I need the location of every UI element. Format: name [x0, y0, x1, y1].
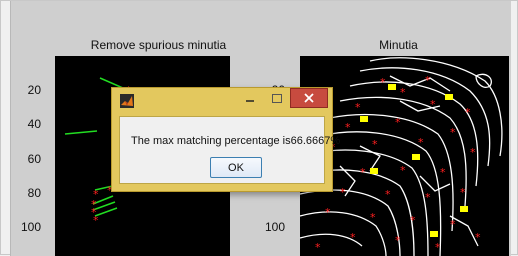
svg-text:*: * — [470, 146, 476, 159]
dialog-titlebar[interactable] — [112, 88, 332, 114]
svg-text:*: * — [340, 186, 346, 199]
left-tick-100: 100 — [20, 220, 41, 234]
svg-text:*: * — [440, 166, 446, 179]
svg-text:*: * — [395, 234, 401, 247]
yellow-minutia — [445, 94, 453, 100]
matlab-icon — [120, 94, 134, 108]
svg-text:*: * — [372, 138, 378, 151]
svg-text:*: * — [430, 98, 436, 111]
yellow-minutia — [370, 168, 378, 174]
svg-text:*: * — [435, 241, 441, 254]
ok-button[interactable]: OK — [210, 157, 262, 178]
close-icon — [304, 93, 314, 103]
svg-text:*: * — [350, 231, 356, 244]
left-axes-title: Remove spurious minutia — [90, 38, 227, 52]
green-arrow — [64, 130, 98, 135]
yellow-minutia — [412, 154, 420, 160]
svg-text:*: * — [425, 74, 431, 87]
svg-text:*: * — [395, 116, 401, 129]
svg-text:*: * — [475, 231, 481, 244]
svg-text:*: * — [400, 164, 406, 177]
svg-text:*: * — [355, 101, 361, 114]
svg-text:*: * — [325, 206, 331, 219]
svg-text:*: * — [385, 188, 391, 201]
svg-text:*: * — [315, 241, 321, 254]
right-axes-title: Minutia — [379, 38, 418, 52]
svg-text:*: * — [410, 214, 416, 227]
dialog-body: The max matching percentage is66.6667% O… — [119, 116, 340, 184]
close-button[interactable] — [290, 88, 328, 108]
svg-text:*: * — [418, 136, 424, 149]
message-dialog: The max matching percentage is66.6667% O… — [111, 87, 340, 192]
right-tick-100: 100 — [264, 220, 285, 234]
svg-text:*: * — [360, 166, 366, 179]
svg-text:*: * — [380, 76, 386, 89]
svg-text:*: * — [465, 106, 471, 119]
svg-text:*: * — [400, 86, 406, 99]
svg-text:*: * — [345, 121, 351, 134]
left-tick-60: 60 — [27, 152, 41, 166]
minimize-button[interactable] — [237, 88, 263, 108]
svg-text:*: * — [370, 211, 376, 224]
dialog-message: The max matching percentage is66.6667% — [131, 135, 341, 147]
svg-text:*: * — [460, 186, 466, 199]
svg-text:*: * — [425, 191, 431, 204]
maximize-icon — [272, 94, 282, 103]
red-minutia: * — [93, 214, 99, 227]
yellow-minutia — [430, 231, 438, 237]
yellow-minutia — [360, 116, 368, 122]
left-tick-80: 80 — [27, 186, 41, 200]
yellow-minutia — [388, 84, 396, 90]
maximize-button[interactable] — [264, 88, 290, 108]
minimize-icon — [246, 100, 254, 102]
left-tick-20: 20 — [27, 83, 41, 97]
svg-text:*: * — [450, 218, 456, 231]
figure-window: Remove spurious minutia 20 40 60 80 100 … — [0, 0, 518, 256]
left-tick-40: 40 — [27, 117, 41, 131]
svg-text:*: * — [450, 126, 456, 139]
yellow-minutia — [460, 206, 468, 212]
